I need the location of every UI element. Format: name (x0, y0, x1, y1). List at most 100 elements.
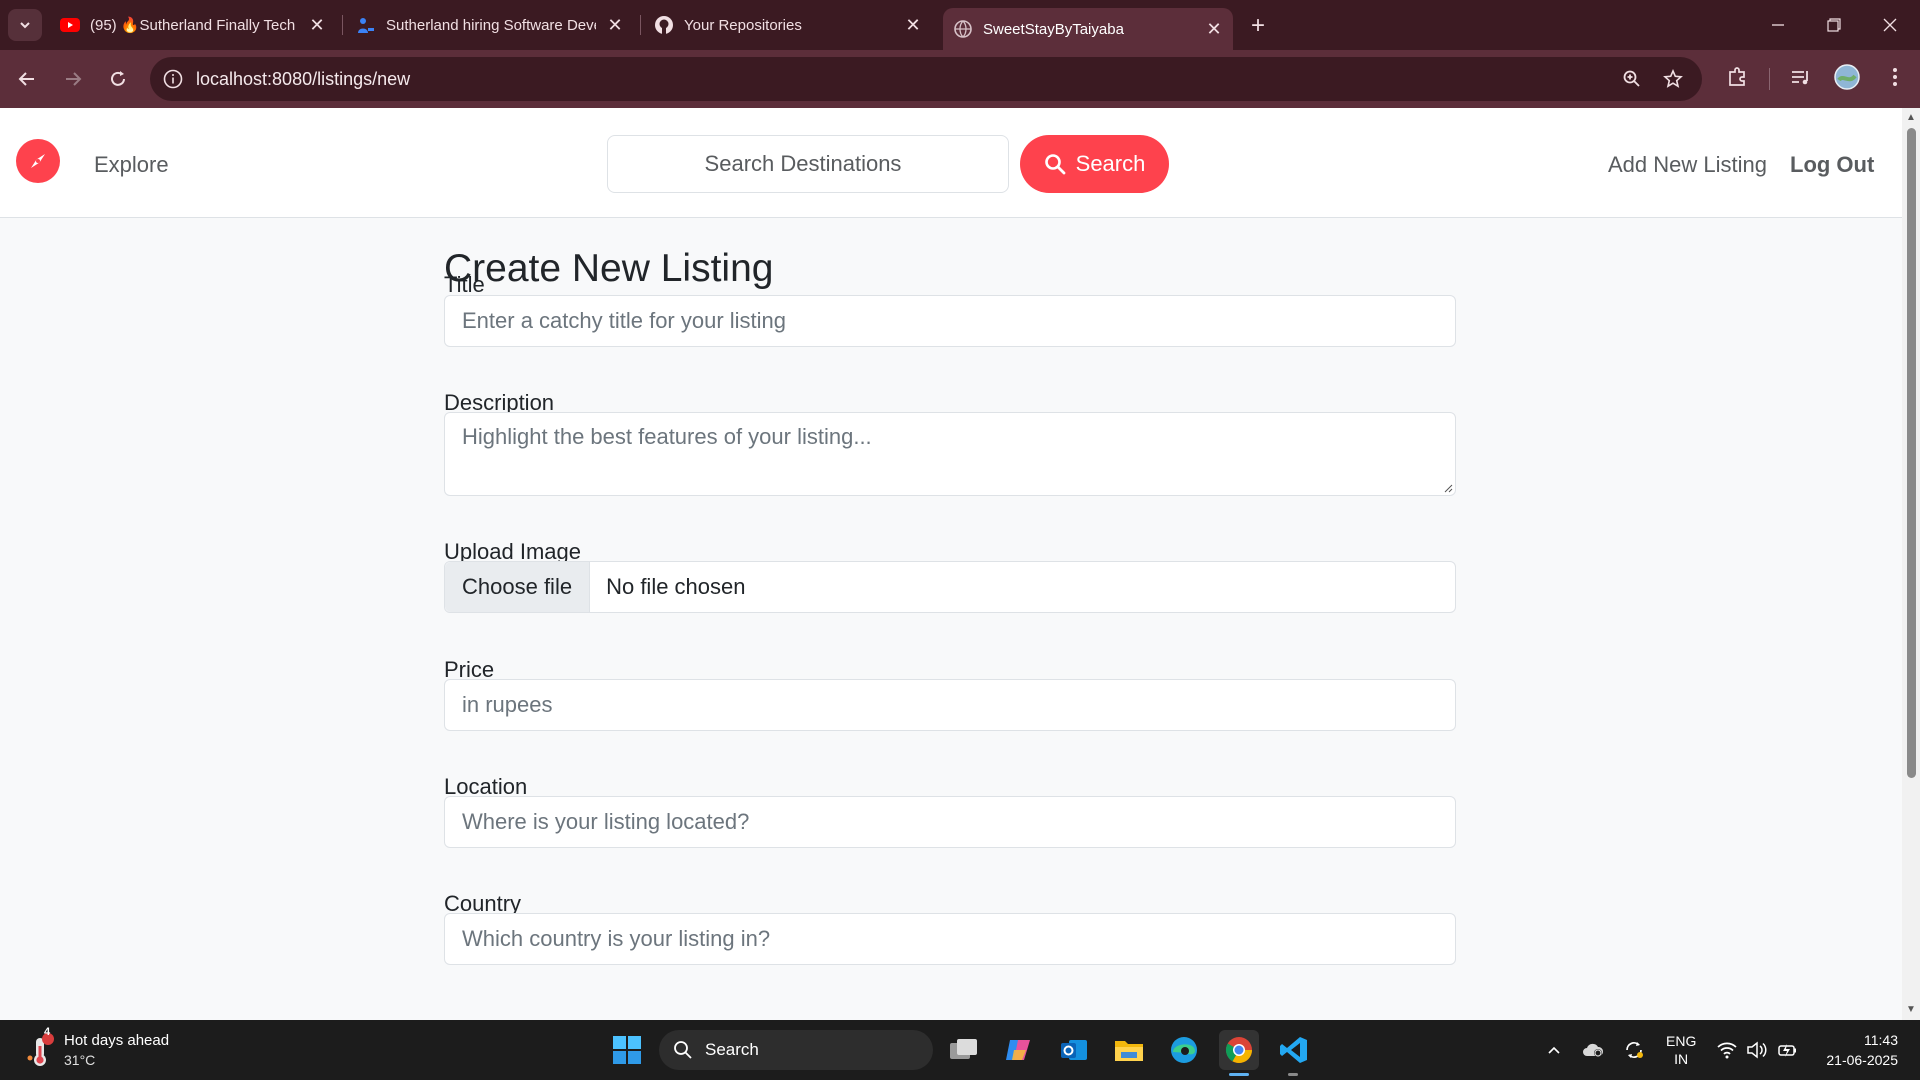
edge-button[interactable] (1164, 1030, 1204, 1070)
weather-badge: 4 (44, 1026, 51, 1038)
onedrive-tray-icon[interactable] (1581, 1038, 1605, 1062)
start-button[interactable] (607, 1030, 647, 1070)
clock-date: 21-06-2025 (1826, 1052, 1898, 1068)
forward-button[interactable] (56, 62, 90, 96)
nav-explore-link[interactable]: Explore (94, 152, 169, 178)
address-bar[interactable]: localhost:8080/listings/new (150, 57, 1702, 101)
bookmark-star-icon[interactable] (1661, 67, 1685, 91)
show-hidden-icons-button[interactable] (1542, 1038, 1566, 1062)
file-explorer-button[interactable] (1109, 1030, 1149, 1070)
region-code: IN (1674, 1051, 1689, 1067)
thermometer-icon (27, 1033, 54, 1066)
browser-toolbar: localhost:8080/listings/new (0, 50, 1920, 108)
tab-title: SweetStayByTaiyaba (983, 20, 1124, 38)
reload-button[interactable] (101, 62, 135, 96)
close-icon[interactable]: ✕ (604, 14, 626, 36)
browser-tab-strip: (95) 🔥Sutherland Finally Tech Hiring ✕ S… (0, 0, 1920, 50)
page-viewport: Explore Search Destinations Search Add N… (0, 108, 1902, 1020)
profile-avatar[interactable] (1832, 62, 1862, 92)
country-input[interactable]: Which country is your listing in? (444, 913, 1456, 965)
system-clock[interactable]: 11:43 21-06-2025 (1818, 1030, 1898, 1070)
battery-icon[interactable] (1775, 1038, 1799, 1062)
search-button-label: Search (1075, 151, 1146, 176)
site-navbar: Explore Search Destinations Search Add N… (0, 108, 1902, 218)
chrome-button[interactable] (1219, 1030, 1259, 1070)
scroll-up-icon[interactable]: ▲ (1906, 113, 1916, 123)
image-file-input[interactable]: Choose file No file chosen (444, 561, 1456, 613)
tab-sweetstay[interactable]: SweetStayByTaiyaba ✕ (943, 8, 1233, 50)
edge-icon (1171, 1037, 1197, 1063)
resize-handle-icon[interactable] (1443, 483, 1453, 493)
new-tab-button[interactable]: + (1244, 12, 1272, 40)
close-icon[interactable]: ✕ (306, 14, 328, 36)
minimize-icon (1772, 24, 1784, 26)
vscode-button[interactable] (1274, 1030, 1314, 1070)
scrollbar-thumb[interactable] (1907, 128, 1916, 778)
log-out-link[interactable]: Log Out (1790, 152, 1874, 178)
scroll-down-icon[interactable]: ▼ (1906, 1005, 1916, 1015)
kebab-menu-icon (1893, 68, 1897, 86)
reload-icon (111, 71, 125, 86)
add-new-listing-link[interactable]: Add New Listing (1608, 152, 1767, 178)
job-site-icon (356, 15, 376, 35)
tab-youtube[interactable]: (95) 🔥Sutherland Finally Tech Hiring ✕ (58, 8, 328, 42)
media-control-button[interactable] (1786, 62, 1816, 92)
outlook-button[interactable] (1054, 1030, 1094, 1070)
chevron-up-icon (1548, 1046, 1560, 1054)
tab-search-button[interactable] (8, 9, 42, 41)
tab-divider (640, 15, 641, 35)
copilot-button[interactable] (999, 1030, 1039, 1070)
language-code: ENG (1666, 1033, 1697, 1049)
taskbar-search-box[interactable]: Search (659, 1030, 933, 1070)
volume-icon[interactable] (1745, 1038, 1769, 1062)
page-scrollbar[interactable]: ▲ ▼ (1902, 108, 1920, 1020)
outlook-icon (1061, 1040, 1087, 1060)
language-indicator[interactable]: ENG IN (1666, 1032, 1696, 1068)
minimize-button[interactable] (1758, 10, 1798, 40)
choose-file-button[interactable]: Choose file (445, 562, 591, 612)
avatar-icon (1834, 64, 1860, 90)
tab-title: Your Repositories (684, 16, 802, 34)
toolbar-divider (1769, 68, 1770, 90)
description-textarea[interactable]: Highlight the best features of your list… (444, 412, 1456, 496)
file-status-text: No file chosen (606, 574, 746, 599)
chevron-down-icon (20, 22, 30, 29)
wifi-icon[interactable] (1715, 1038, 1739, 1062)
search-icon (674, 1041, 692, 1059)
restore-button[interactable] (1814, 10, 1854, 40)
brand-logo[interactable] (16, 139, 60, 183)
extensions-button[interactable] (1722, 62, 1752, 92)
tab-title: Sutherland hiring Software Developer (386, 16, 596, 34)
url-text: localhost:8080/listings/new (196, 69, 411, 89)
zoom-icon[interactable] (1620, 67, 1644, 91)
back-button[interactable] (10, 62, 44, 96)
task-view-button[interactable] (944, 1030, 984, 1070)
arrow-right-icon (66, 72, 82, 86)
search-button[interactable]: Search (1020, 135, 1169, 193)
location-input[interactable]: Where is your listing located? (444, 796, 1456, 848)
chrome-icon (1225, 1037, 1253, 1064)
youtube-icon (60, 15, 80, 35)
title-input[interactable]: Enter a catchy title for your listing (444, 295, 1456, 347)
price-input[interactable]: in rupees (444, 679, 1456, 731)
sync-tray-icon[interactable] (1622, 1038, 1646, 1062)
close-window-button[interactable] (1870, 10, 1910, 40)
close-icon[interactable]: ✕ (902, 14, 924, 36)
compass-icon (31, 154, 45, 168)
site-info-icon[interactable] (162, 68, 184, 90)
folder-icon (1115, 1041, 1143, 1061)
search-destinations-input[interactable]: Search Destinations (607, 135, 1009, 193)
tab-job-site[interactable]: Sutherland hiring Software Developer ✕ (356, 8, 626, 42)
windows-taskbar: 4 Hot days ahead 31°C Search ENG IN 11:4… (0, 1020, 1920, 1080)
clock-time: 11:43 (1864, 1032, 1898, 1048)
github-icon (654, 15, 674, 35)
active-app-indicator (1229, 1073, 1249, 1076)
browser-menu-button[interactable] (1880, 62, 1910, 92)
task-view-icon (950, 1039, 977, 1059)
page-title: Create New Listing (444, 247, 774, 290)
vscode-icon (1280, 1037, 1307, 1063)
close-icon[interactable]: ✕ (1203, 18, 1225, 40)
weather-widget[interactable] (26, 1032, 56, 1068)
tab-divider (342, 15, 343, 35)
tab-github[interactable]: Your Repositories ✕ (654, 8, 924, 42)
